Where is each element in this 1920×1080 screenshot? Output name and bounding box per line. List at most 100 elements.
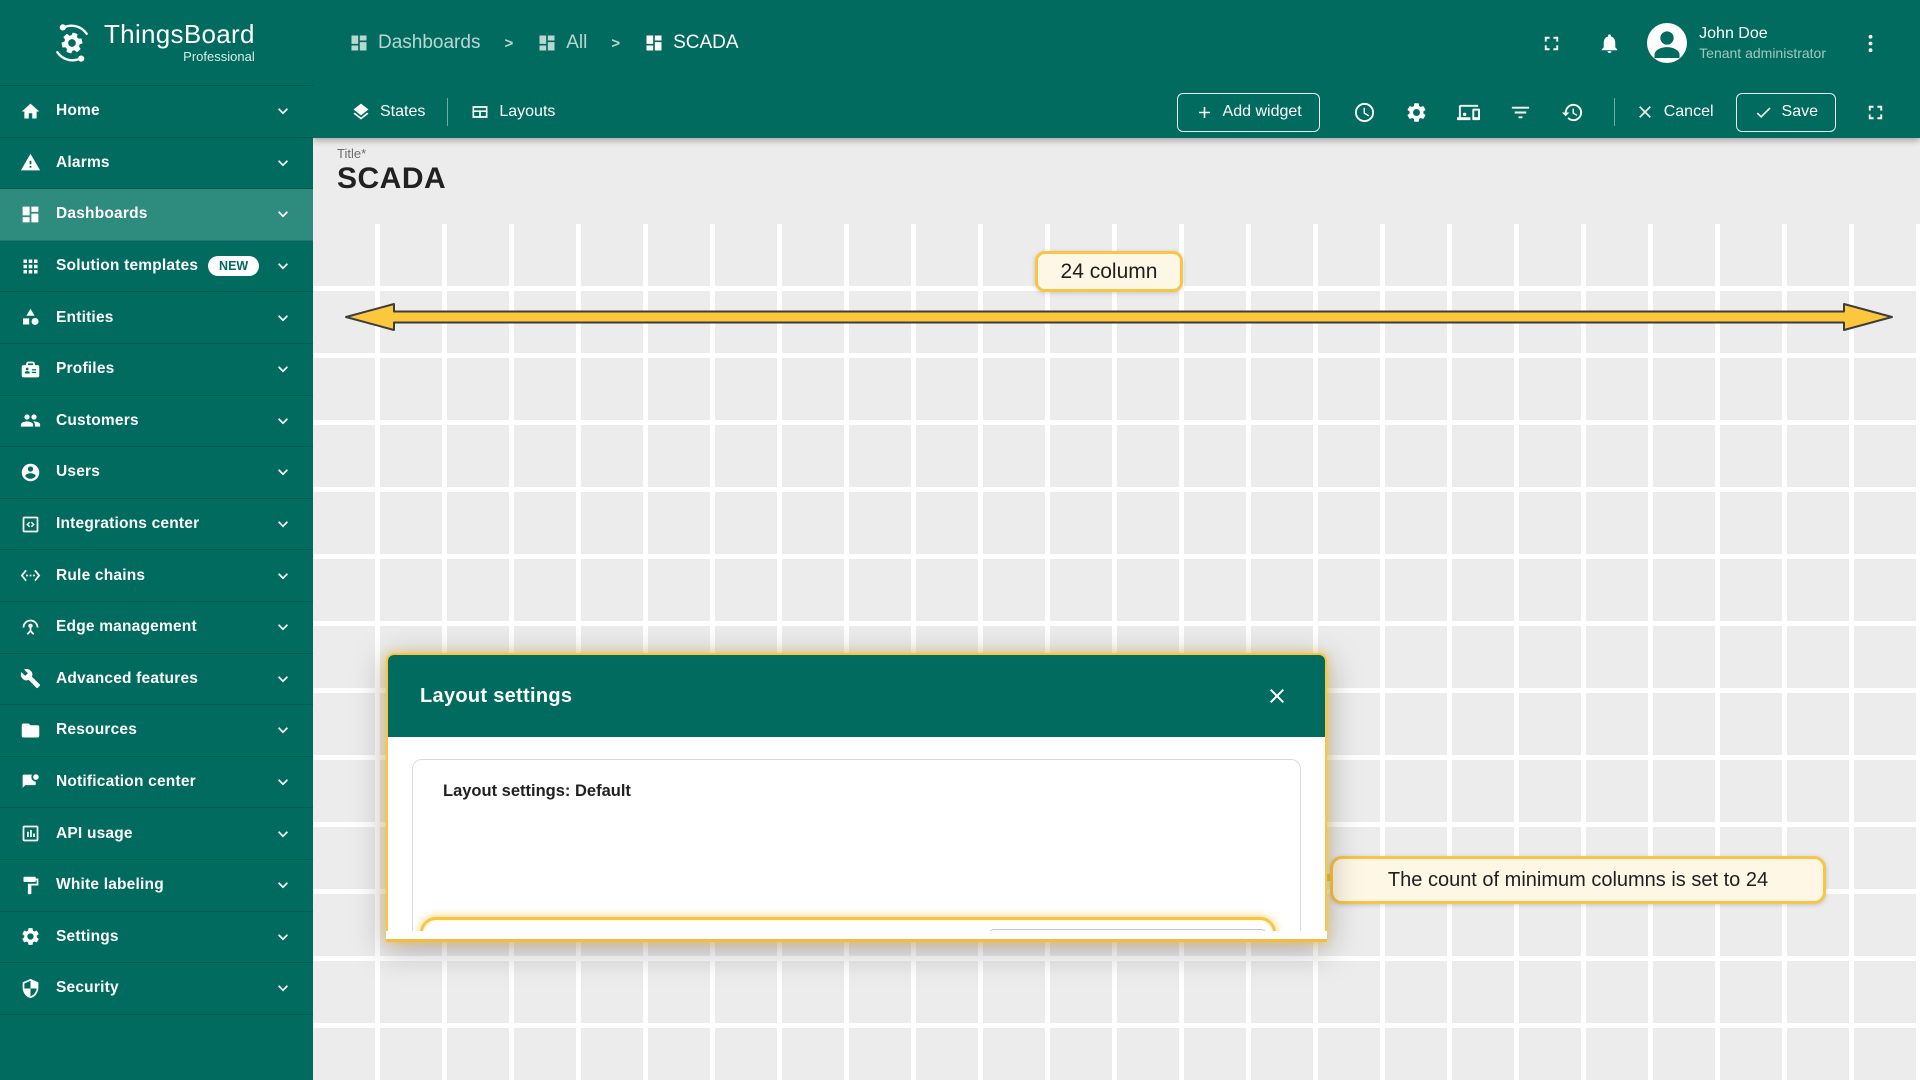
breadcrumb-label: Dashboards xyxy=(378,32,481,53)
sidebar-item-edge-management[interactable]: Edge management xyxy=(0,602,313,654)
dashboards-icon xyxy=(349,33,369,53)
fullscreen-button[interactable] xyxy=(1529,21,1573,65)
chevron-down-icon xyxy=(273,101,293,121)
notifications-button[interactable] xyxy=(1587,21,1631,65)
sidebar-item-alarms[interactable]: Alarms xyxy=(0,138,313,190)
advanced-features-icon xyxy=(20,668,41,689)
alarm-icon xyxy=(20,152,41,173)
sidebar-item-customers[interactable]: Customers xyxy=(0,396,313,448)
sidebar-item-users[interactable]: Users xyxy=(0,447,313,499)
close-icon xyxy=(1635,102,1655,122)
avatar[interactable] xyxy=(1647,23,1688,63)
dialog-header: Layout settings xyxy=(388,655,1325,737)
layers-icon xyxy=(351,102,371,122)
sidebar: ThingsBoard Professional Home Alarms Das… xyxy=(0,0,313,1080)
app-edition: Professional xyxy=(183,49,255,65)
breadcrumb: Dashboards > All > SCADA xyxy=(349,32,739,54)
breadcrumb-item-scada[interactable]: SCADA xyxy=(644,32,739,54)
bell-icon xyxy=(1598,32,1621,55)
sidebar-nav: Home Alarms Dashboards Solution template… xyxy=(0,86,313,1015)
sidebar-item-dashboards[interactable]: Dashboards xyxy=(0,189,313,241)
chevron-down-icon xyxy=(273,669,293,689)
users-icon xyxy=(20,462,41,483)
notification-icon xyxy=(20,772,41,793)
sidebar-item-integrations-center[interactable]: Integrations center xyxy=(0,499,313,551)
sidebar-item-rule-chains[interactable]: Rule chains xyxy=(0,550,313,602)
sidebar-item-settings[interactable]: Settings xyxy=(0,912,313,964)
chevron-down-icon xyxy=(273,566,293,586)
edge-icon xyxy=(20,617,41,638)
api-usage-icon xyxy=(20,823,41,844)
cancel-button[interactable]: Cancel xyxy=(1633,96,1716,128)
dialog-close-button[interactable] xyxy=(1257,676,1297,716)
person-icon xyxy=(1647,23,1687,63)
section-title: Layout settings: Default xyxy=(443,782,631,800)
states-button[interactable]: States xyxy=(349,96,427,128)
chevron-down-icon xyxy=(273,617,293,637)
dots-vertical-icon xyxy=(1859,32,1882,55)
check-icon xyxy=(1754,103,1773,122)
sidebar-item-label: Home xyxy=(56,102,100,120)
entity-aliases-button[interactable] xyxy=(1498,92,1544,132)
layout-settings-dialog: Layout settings Layout settings: Default… xyxy=(386,653,1327,942)
toolbar-right: Add widget Cancel Save xyxy=(1176,92,1898,132)
breadcrumb-item-dashboards[interactable]: Dashboards xyxy=(349,32,480,54)
sidebar-item-solution-templates[interactable]: Solution templates NEW xyxy=(0,241,313,293)
sidebar-item-label: Alarms xyxy=(56,153,110,171)
number-input-holder xyxy=(989,930,1159,932)
add-widget-button[interactable]: Add widget xyxy=(1176,92,1320,132)
toolbar-divider xyxy=(447,98,449,126)
home-icon xyxy=(20,101,41,122)
more-menu-button[interactable] xyxy=(1848,21,1892,65)
sidebar-item-label: Rule chains xyxy=(56,566,146,584)
breadcrumb-item-all[interactable]: All xyxy=(537,32,587,54)
security-icon xyxy=(20,978,41,999)
dashboard-title-field[interactable]: SCADA xyxy=(337,162,446,196)
states-label: States xyxy=(380,103,426,120)
chevron-down-icon xyxy=(273,256,293,276)
sidebar-item-white-labeling[interactable]: White labeling xyxy=(0,860,313,912)
app-logo[interactable]: ThingsBoard Professional xyxy=(0,0,313,86)
sidebar-item-label: Edge management xyxy=(56,618,197,636)
chevron-down-icon xyxy=(273,359,293,379)
dashboard-settings-button[interactable] xyxy=(1394,92,1440,132)
sidebar-item-resources[interactable]: Resources xyxy=(0,705,313,757)
chevron-down-icon xyxy=(273,308,293,328)
sidebar-item-label: Entities xyxy=(56,308,114,326)
display-layouts-icon xyxy=(1457,101,1480,124)
add-widget-label: Add widget xyxy=(1222,103,1302,120)
sidebar-item-label: Dashboards xyxy=(56,205,148,223)
sidebar-item-profiles[interactable]: Profiles xyxy=(0,344,313,396)
dashboards-icon xyxy=(20,204,41,225)
manage-layouts-button[interactable] xyxy=(1446,92,1492,132)
chevron-down-icon xyxy=(273,462,293,482)
sidebar-item-label: Customers xyxy=(56,411,139,429)
new-badge: NEW xyxy=(208,255,260,277)
sidebar-item-security[interactable]: Security xyxy=(0,963,313,1015)
profiles-icon xyxy=(20,359,41,380)
sidebar-item-notification-center[interactable]: Notification center xyxy=(0,757,313,809)
version-history-button[interactable] xyxy=(1550,92,1596,132)
chevron-down-icon xyxy=(273,772,293,792)
chevron-down-icon xyxy=(273,514,293,534)
user-menu[interactable]: John Doe Tenant administrator xyxy=(1699,24,1826,63)
white-labeling-icon xyxy=(20,875,41,896)
header-top-row: Dashboards > All > SCADA John Doe Tenant… xyxy=(313,0,1920,86)
sidebar-item-label: Users xyxy=(56,463,101,481)
sidebar-item-label: Advanced features xyxy=(56,669,199,687)
column-span-arrow xyxy=(345,303,1893,331)
sidebar-item-home[interactable]: Home xyxy=(0,86,313,138)
dashboards-icon xyxy=(537,33,557,53)
chevron-down-icon xyxy=(273,978,293,998)
sidebar-item-entities[interactable]: Entities xyxy=(0,292,313,344)
time-window-button[interactable] xyxy=(1342,92,1388,132)
breadcrumb-label: SCADA xyxy=(673,32,739,53)
toolbar-fullscreen-button[interactable] xyxy=(1852,92,1898,132)
sidebar-item-api-usage[interactable]: API usage xyxy=(0,808,313,860)
settings-icon xyxy=(20,926,41,947)
sidebar-item-advanced-features[interactable]: Advanced features xyxy=(0,654,313,706)
dialog-body: Layout settings: Default Minimum layout … xyxy=(388,737,1325,931)
save-button[interactable]: Save xyxy=(1735,92,1836,132)
solution-templates-icon xyxy=(20,256,41,277)
layouts-button[interactable]: Layouts xyxy=(468,96,557,128)
